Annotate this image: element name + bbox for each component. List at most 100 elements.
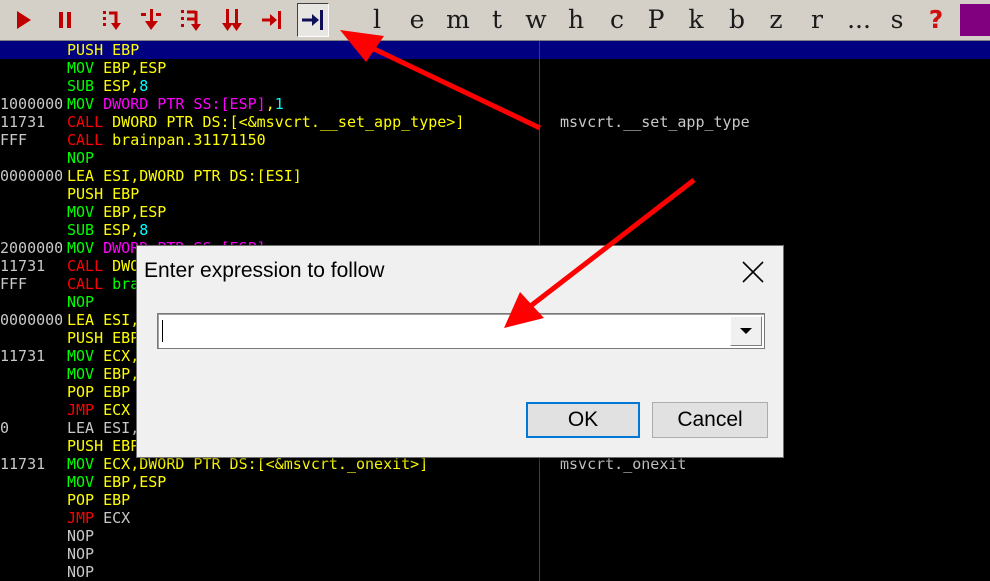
instruction-token: NOP <box>67 545 95 563</box>
instruction-token: MOV <box>67 239 95 257</box>
column-divider <box>539 131 540 149</box>
disasm-row[interactable]: NOP <box>0 149 990 167</box>
disasm-row[interactable]: PUSH EBP <box>0 41 990 59</box>
row-instruction: LEA ESI,DWORD PTR DS:[ESI] <box>67 167 539 185</box>
ok-button[interactable]: OK <box>526 402 640 438</box>
instruction-token: PUSH EBP <box>67 185 140 203</box>
instruction-token: NOP <box>67 293 95 311</box>
step-into-icon[interactable] <box>98 4 128 36</box>
step-over-icon[interactable] <box>136 4 166 36</box>
instruction-token: EBP <box>94 383 131 401</box>
column-divider <box>539 545 540 563</box>
instruction-token: POP <box>67 383 95 401</box>
run-trace-button[interactable]: ... <box>842 3 876 37</box>
disasm-row[interactable]: MOV EBP,ESP <box>0 203 990 221</box>
column-divider <box>539 77 540 95</box>
column-divider <box>539 473 540 491</box>
disasm-row[interactable]: 11731 CALL DWORD PTR DS:[<&msvcrt.__set_a… <box>0 113 990 131</box>
disasm-row[interactable]: NOP <box>0 545 990 563</box>
instruction-token: SUB <box>67 221 95 239</box>
row-address: 20000000 <box>0 239 62 257</box>
row-instruction: SUB ESP,8 <box>67 221 539 239</box>
instruction-token: PUSH EBP <box>67 41 140 59</box>
handles-button[interactable]: h <box>562 3 590 37</box>
instruction-token: EBP,ESP <box>94 203 167 221</box>
instruction-token: JMP <box>67 509 95 527</box>
threads-button[interactable]: t <box>483 3 511 37</box>
executable-modules-button[interactable]: e <box>403 3 431 37</box>
trace-over-icon[interactable] <box>218 4 248 36</box>
go-to-address-icon[interactable] <box>297 3 329 37</box>
cancel-button[interactable]: Cancel <box>652 402 768 438</box>
column-divider <box>539 221 540 239</box>
instruction-token: POP <box>67 491 95 509</box>
row-instruction: NOP <box>67 149 539 167</box>
column-divider <box>539 95 540 113</box>
disasm-row[interactable]: NOP <box>0 563 990 581</box>
instruction-token: EBP,ESP <box>94 473 167 491</box>
patches-button[interactable]: P <box>642 3 670 37</box>
disasm-row[interactable]: POP EBP <box>0 491 990 509</box>
expression-combobox[interactable] <box>157 313 765 349</box>
toolbar-extra-button[interactable] <box>960 4 990 36</box>
instruction-token: MOV <box>67 455 95 473</box>
execute-till-return-icon[interactable] <box>256 4 286 36</box>
close-icon[interactable] <box>735 254 771 290</box>
row-instruction: CALL brainpan.31171150 <box>67 131 539 149</box>
call-stack-button[interactable]: k <box>682 3 710 37</box>
references-button[interactable]: r <box>803 3 831 37</box>
row-instruction: MOV EBP,ESP <box>67 203 539 221</box>
row-address: 11731 <box>0 113 46 131</box>
instruction-token: CALL <box>67 131 104 149</box>
disasm-row[interactable]: NOP <box>0 527 990 545</box>
disasm-row[interactable]: 00000000 LEA ESI,DWORD PTR DS:[ESI] <box>0 167 990 185</box>
instruction-token: ECX <box>94 401 131 419</box>
instruction-token: ESP, <box>94 77 140 95</box>
row-instruction: MOV DWORD PTR SS:[ESP],1 <box>67 95 539 113</box>
source-button[interactable]: s <box>883 3 911 37</box>
trace-into-icon[interactable] <box>176 4 206 36</box>
disasm-row[interactable]: PUSH EBP <box>0 185 990 203</box>
instruction-token: JMP <box>67 401 95 419</box>
disasm-row[interactable]: MOV EBP,ESP <box>0 473 990 491</box>
instruction-token: EBP <box>94 491 131 509</box>
instruction-token: CALL <box>67 113 104 131</box>
row-instruction: PUSH EBP <box>67 185 539 203</box>
row-instruction: NOP <box>67 563 539 581</box>
breakpoints-button[interactable]: b <box>723 3 751 37</box>
column-divider <box>539 59 540 77</box>
hardware-breakpoints-button[interactable]: z <box>762 3 790 37</box>
cpu-button[interactable]: c <box>603 3 631 37</box>
column-divider <box>539 113 540 131</box>
row-instruction: PUSH EBP <box>67 41 539 59</box>
column-divider <box>539 149 540 167</box>
disasm-row[interactable]: SUB ESP,8 <box>0 77 990 95</box>
pause-icon[interactable] <box>50 4 80 36</box>
windows-button[interactable]: w <box>522 3 550 37</box>
debugger-toolbar: l e m t w h c P k b z r ... s ? <box>0 0 990 41</box>
disasm-row[interactable]: FFF CALL brainpan.31171150 <box>0 131 990 149</box>
run-icon[interactable] <box>8 4 38 36</box>
instruction-token: 1 <box>274 95 284 113</box>
row-comment: msvcrt.__set_app_type <box>560 113 750 131</box>
instruction-token: MOV <box>67 95 95 113</box>
row-address: FFF <box>0 131 28 149</box>
chevron-down-icon[interactable] <box>730 316 762 346</box>
log-window-button[interactable]: l <box>363 3 391 37</box>
instruction-token: MOV <box>67 473 95 491</box>
disasm-row[interactable]: MOV EBP,ESP <box>0 59 990 77</box>
disasm-row[interactable]: SUB ESP,8 <box>0 221 990 239</box>
expression-input[interactable] <box>164 316 728 346</box>
disasm-row[interactable]: 10000000 MOV DWORD PTR SS:[ESP],1 <box>0 95 990 113</box>
follow-expression-dialog: Enter expression to follow OK Cancel <box>136 245 784 458</box>
instruction-token: DWORD PTR DS:[<&msvcrt.__set_app_type>] <box>103 113 465 131</box>
help-button[interactable]: ? <box>922 3 950 37</box>
disasm-row[interactable]: JMP ECX <box>0 509 990 527</box>
row-address: 11731 <box>0 257 46 275</box>
text-caret <box>162 320 163 342</box>
instruction-token: brainpan.31171150 <box>103 131 266 149</box>
instruction-token: LEA ESI,DWORD PTR DS:[ESI] <box>67 167 302 185</box>
column-divider <box>539 41 540 59</box>
memory-map-button[interactable]: m <box>444 3 472 37</box>
row-address: 00000000 <box>0 311 62 329</box>
